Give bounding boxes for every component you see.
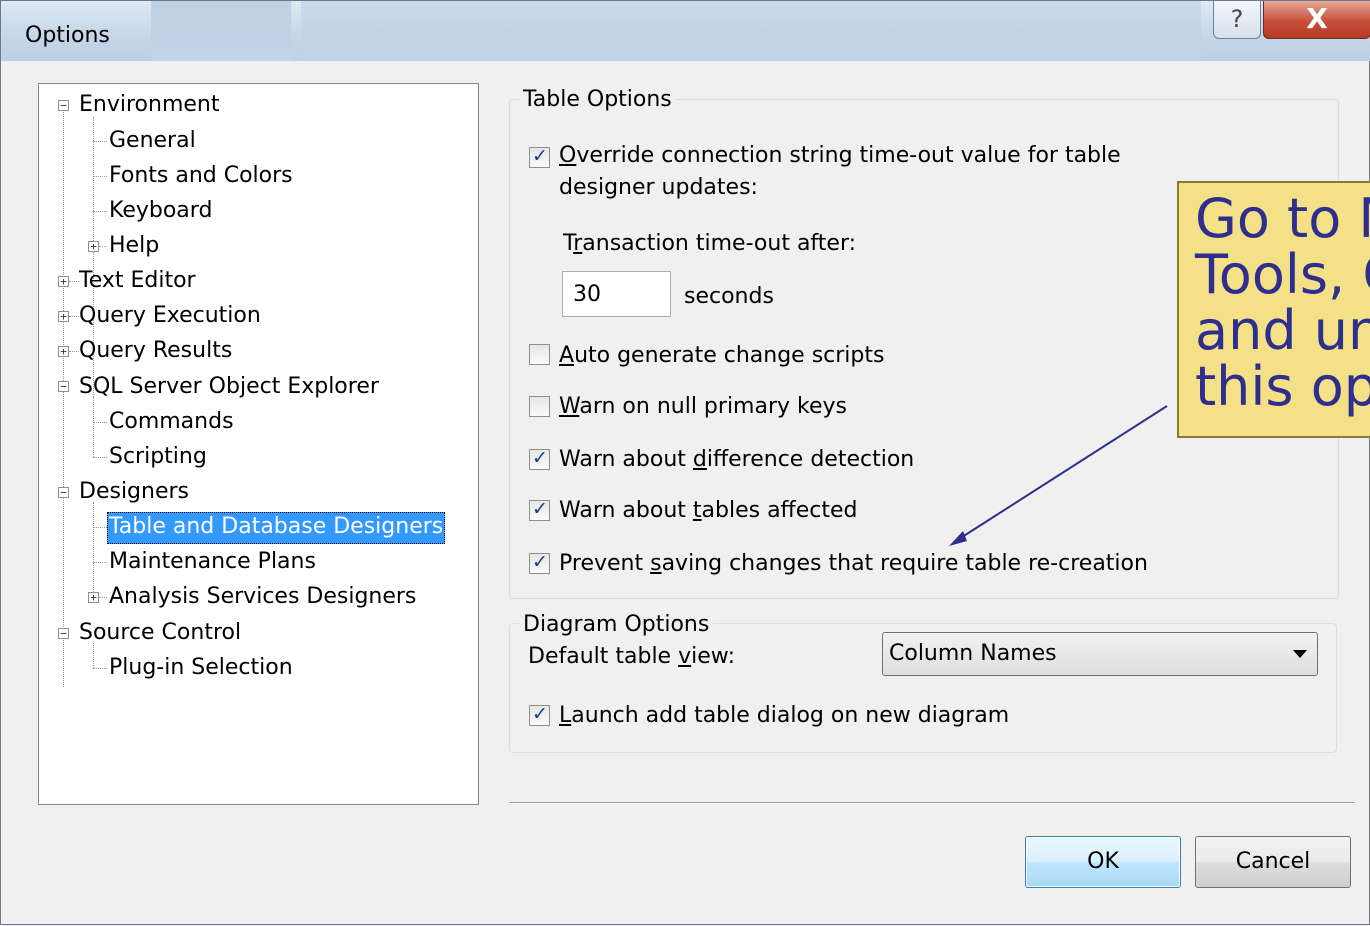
warn-null-keys-label[interactable]: Warn on null primary keys xyxy=(559,393,847,421)
tree-item-designers[interactable]: Designers xyxy=(79,477,189,507)
cancel-button[interactable]: Cancel xyxy=(1195,836,1351,888)
dropdown-arrow-icon xyxy=(1293,650,1307,658)
tree-item-text-editor[interactable]: Text Editor xyxy=(79,266,196,296)
help-button[interactable]: ? xyxy=(1213,1,1261,39)
tree-item-sql-server-object-explorer[interactable]: SQL Server Object Explorer xyxy=(79,372,379,402)
tree-item-scripting[interactable]: Scripting xyxy=(109,442,207,472)
auto-generate-label[interactable]: Auto generate change scripts xyxy=(559,342,884,370)
tree-item-query-results[interactable]: Query Results xyxy=(79,336,232,366)
override-timeout-label[interactable]: Override connection string time-out valu… xyxy=(559,142,1121,170)
warn-difference-label[interactable]: Warn about difference detection xyxy=(559,446,914,474)
callout-line: Tools, O xyxy=(1195,243,1370,306)
warn-difference-checkbox[interactable] xyxy=(529,447,550,470)
tree-item-analysis-services-designers[interactable]: Analysis Services Designers xyxy=(109,582,416,612)
override-timeout-checkbox[interactable] xyxy=(529,145,550,168)
launch-add-table-label[interactable]: Launch add table dialog on new diagram xyxy=(559,702,1009,730)
collapse-icon[interactable]: − xyxy=(58,100,69,111)
tree-item-table-database-designers[interactable]: Table and Database Designers xyxy=(107,512,446,544)
tree-item-help[interactable]: Help xyxy=(109,231,159,261)
expand-icon[interactable]: + xyxy=(88,592,99,603)
ok-button[interactable]: OK xyxy=(1025,836,1181,888)
auto-generate-checkbox[interactable] xyxy=(529,344,550,365)
expand-icon[interactable]: + xyxy=(58,346,69,357)
diagram-options-title: Diagram Options xyxy=(519,612,714,638)
title-bar: Options ? X xyxy=(1,1,1370,61)
tree-item-query-execution[interactable]: Query Execution xyxy=(79,301,261,331)
prevent-saving-label[interactable]: Prevent saving changes that require tabl… xyxy=(559,550,1148,578)
collapse-icon[interactable]: − xyxy=(58,381,69,392)
tree-item-keyboard[interactable]: Keyboard xyxy=(109,196,212,226)
collapse-icon[interactable]: − xyxy=(58,628,69,639)
callout-line: Go to M xyxy=(1195,187,1370,250)
launch-add-table-checkbox[interactable] xyxy=(529,703,550,726)
tree-item-plugin-selection[interactable]: Plug-in Selection xyxy=(109,653,293,683)
tree-item-commands[interactable]: Commands xyxy=(109,407,234,437)
close-button[interactable]: X xyxy=(1263,1,1370,39)
expand-icon[interactable]: + xyxy=(88,241,99,252)
callout-line: this op xyxy=(1195,355,1370,418)
warn-tables-affected-label[interactable]: Warn about tables affected xyxy=(559,497,857,525)
default-view-value: Column Names xyxy=(889,641,1057,666)
options-tree[interactable]: − Environment General Fonts and Colors K… xyxy=(38,83,479,805)
options-dialog: Options ? X − Environment General Fonts … xyxy=(0,0,1370,925)
callout-line: and un xyxy=(1195,299,1370,362)
seconds-label: seconds xyxy=(684,284,774,309)
collapse-icon[interactable]: − xyxy=(58,487,69,498)
warn-null-keys-checkbox[interactable] xyxy=(529,396,550,417)
prevent-saving-checkbox[interactable] xyxy=(529,551,550,574)
default-view-label: Default table view: xyxy=(528,644,735,669)
warn-tables-affected-checkbox[interactable] xyxy=(529,498,550,521)
tree-item-fonts-colors[interactable]: Fonts and Colors xyxy=(109,161,293,191)
separator xyxy=(509,802,1355,804)
tree-item-environment[interactable]: Environment xyxy=(79,90,219,120)
expand-icon[interactable]: + xyxy=(58,276,69,287)
transaction-timeout-label: Transaction time-out after: xyxy=(563,231,857,256)
override-timeout-label-line2: designer updates: xyxy=(559,175,758,200)
tree-item-maintenance-plans[interactable]: Maintenance Plans xyxy=(109,547,316,577)
table-options-title: Table Options xyxy=(519,87,676,113)
tree-item-source-control[interactable]: Source Control xyxy=(79,618,241,648)
tree-item-general[interactable]: General xyxy=(109,126,196,156)
window-title: Options xyxy=(25,23,110,48)
timeout-input[interactable] xyxy=(562,271,671,317)
annotation-callout: Go to M Tools, O and un this op xyxy=(1177,181,1370,438)
default-view-select[interactable]: Column Names xyxy=(882,632,1318,676)
expand-icon[interactable]: + xyxy=(58,311,69,322)
